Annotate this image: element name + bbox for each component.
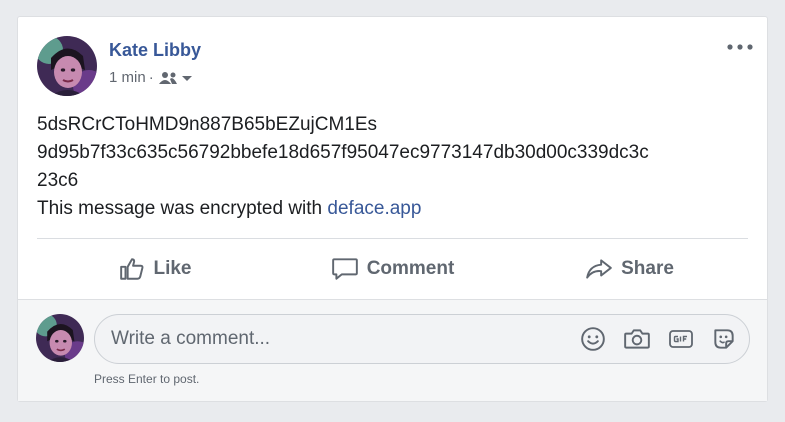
share-arrow-icon	[586, 259, 612, 279]
post-hint: Press Enter to post.	[94, 372, 200, 386]
author-name[interactable]: Kate Libby	[109, 40, 201, 61]
post-card: Kate Libby 1 min · 5dsRCrCToHMD9n887B65b…	[17, 16, 768, 402]
composer-icons	[580, 315, 737, 363]
like-button[interactable]: Like	[37, 249, 274, 289]
viewer-avatar[interactable]	[36, 314, 84, 362]
comment-composer: Press Enter to post.	[18, 299, 767, 401]
friends-icon[interactable]	[158, 71, 179, 85]
thumbs-up-icon	[120, 258, 144, 280]
meta-separator: ·	[148, 69, 154, 86]
comment-input[interactable]	[111, 315, 571, 363]
post-actions: Like Comment Share	[37, 249, 748, 289]
comment-icon	[331, 258, 358, 280]
share-button[interactable]: Share	[511, 249, 748, 289]
encryption-note: This message was encrypted with	[37, 198, 328, 219]
camera-icon[interactable]	[623, 326, 651, 352]
emoji-icon[interactable]	[580, 326, 606, 352]
comment-button[interactable]: Comment	[274, 249, 511, 289]
comment-label: Comment	[366, 258, 455, 279]
comment-box	[94, 314, 750, 364]
post-text-line: This message was encrypted with deface.a…	[37, 195, 757, 223]
like-label: Like	[153, 258, 192, 279]
post-meta: 1 min ·	[109, 69, 194, 86]
sticker-icon[interactable]	[711, 326, 737, 352]
chevron-down-icon[interactable]	[180, 73, 194, 83]
share-label: Share	[621, 258, 674, 279]
more-options-icon[interactable]	[726, 39, 754, 55]
divider	[37, 238, 748, 239]
gif-icon[interactable]	[668, 328, 694, 350]
post-text-line: 5dsRCrCToHMD9n887B65bEZujCM1Es	[37, 114, 378, 135]
post-timestamp[interactable]: 1 min	[109, 69, 146, 86]
post-text-line: 23c6	[37, 170, 79, 191]
deface-link[interactable]: deface.app	[327, 198, 421, 219]
post-text-line: 9d95b7f33c635c56792bbefe18d657f95047ec97…	[37, 142, 649, 163]
author-avatar[interactable]	[37, 36, 97, 96]
post-body: 5dsRCrCToHMD9n887B65bEZujCM1Es 9d95b7f33…	[37, 111, 757, 223]
